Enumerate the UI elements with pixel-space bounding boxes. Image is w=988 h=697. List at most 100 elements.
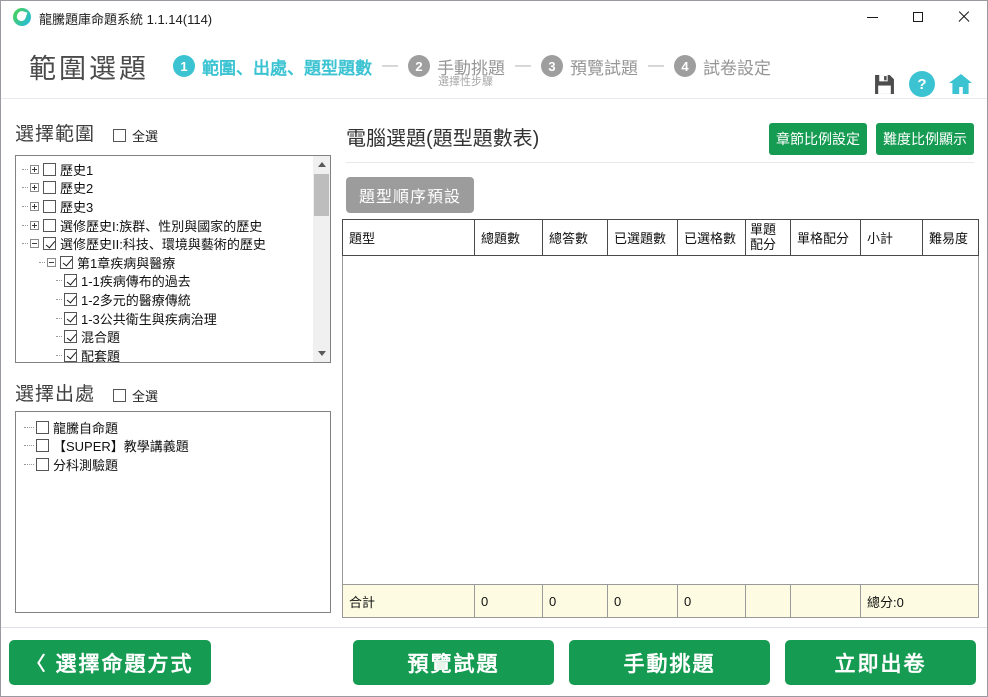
section-divider — [346, 162, 974, 163]
chapter-ratio-button[interactable]: 章節比例設定 — [769, 123, 867, 155]
tree-item-label: 歷史1 — [60, 162, 94, 178]
list-item[interactable]: 【SUPER】教學講義題 — [16, 437, 330, 456]
tree-item[interactable]: 選修歷史II:科技、環境與藝術的歷史 — [16, 234, 313, 253]
tree-connector — [56, 298, 62, 300]
scope-select-all-checkbox[interactable] — [113, 129, 126, 142]
arrow-up-icon — [317, 162, 326, 167]
footer-bar: 〈 選擇命題方式 預覽試題 手動挑題 立即出卷 — [1, 627, 987, 696]
step-indicator: 1 範圍、出處、題型題數 — 2 手動挑題 選擇性步驟 — 3 預覽試題 — 4 試卷設定 — [171, 33, 773, 99]
maximize-button[interactable] — [895, 1, 941, 33]
step-label-group: 試卷設定 — [703, 54, 771, 79]
help-icon[interactable]: ? — [909, 71, 935, 97]
window-controls — [849, 1, 987, 33]
step-number-badge: 2 — [408, 55, 430, 77]
app-title: 龍騰題庫命題系統 1.1.14(114) — [39, 12, 213, 27]
column-header: 單題配分 — [746, 220, 791, 255]
tree-connector — [22, 205, 28, 207]
tree-connector — [22, 243, 28, 245]
step-label: 範圍、出處、題型題數 — [202, 58, 372, 78]
checkbox[interactable] — [43, 162, 56, 176]
checkbox[interactable] — [60, 255, 73, 269]
total-value-cell — [791, 585, 861, 617]
tree-item[interactable]: 歷史1 — [16, 160, 313, 179]
manual-pick-button[interactable]: 手動挑題 — [569, 640, 770, 685]
table-total-row: 合計 0 0 0 0 總分:0 — [342, 584, 979, 618]
tree-item[interactable]: 配套題 — [16, 346, 313, 362]
tree-connector — [24, 463, 34, 465]
maximize-icon — [913, 12, 923, 22]
tree-item-label: 選修歷史II:科技、環境與藝術的歷史 — [60, 237, 266, 253]
checkbox[interactable] — [43, 181, 56, 195]
checkbox[interactable] — [36, 439, 49, 453]
checkbox[interactable] — [43, 237, 56, 251]
preview-questions-button[interactable]: 預覽試題 — [353, 640, 554, 685]
expand-icon[interactable] — [30, 183, 39, 193]
expand-icon[interactable] — [30, 220, 39, 230]
scope-tree-scrollbar[interactable] — [313, 156, 330, 362]
column-header: 小計 — [861, 220, 923, 255]
source-select-all: 全選 — [113, 386, 158, 405]
step-2[interactable]: 2 手動挑題 選擇性步驟 — [408, 54, 505, 88]
checkbox[interactable] — [36, 420, 49, 434]
tree-item[interactable]: 1-1疾病傳布的過去 — [16, 272, 313, 291]
step-separator: — — [648, 57, 664, 74]
source-section-title: 選擇出處 — [15, 384, 96, 405]
column-header: 已選格數 — [678, 220, 746, 255]
close-button[interactable] — [941, 1, 987, 33]
tree-item[interactable]: 混合題 — [16, 327, 313, 346]
expand-icon[interactable] — [30, 201, 39, 211]
source-select-all-checkbox[interactable] — [113, 389, 126, 402]
tree-item[interactable]: 歷史3 — [16, 197, 313, 216]
step-number-badge: 1 — [173, 55, 195, 77]
step-separator: — — [515, 57, 531, 74]
tree-item[interactable]: 歷史2 — [16, 179, 313, 198]
expand-icon[interactable] — [30, 164, 39, 174]
total-value-cell: 0 — [475, 585, 543, 617]
scope-tree: 歷史1 歷史2 歷史3 選修歷史I:族群、性別與國家的歷史 選修歷史II:科技、環境與藝… — [16, 160, 313, 362]
checkbox[interactable] — [36, 457, 49, 471]
wizard-header: 範圍選題 1 範圍、出處、題型題數 —2 手動挑題 選擇性步驟 —3 預覽試題 —4 試卷設定 … — [1, 33, 987, 99]
back-to-mode-button[interactable]: 〈 選擇命題方式 — [9, 640, 211, 685]
scroll-up-button[interactable] — [313, 156, 330, 173]
scroll-down-button[interactable] — [313, 345, 330, 362]
column-header: 題型 — [343, 220, 475, 255]
tree-item[interactable]: 1-3公共衛生與疾病治理 — [16, 309, 313, 328]
checkbox[interactable] — [64, 330, 77, 344]
save-icon[interactable] — [874, 74, 895, 95]
step-label: 試卷設定 — [703, 58, 771, 78]
header-icons: ? — [874, 71, 973, 97]
list-item[interactable]: 分科測驗題 — [16, 455, 330, 474]
tree-item[interactable]: 1-2多元的醫療傳統 — [16, 290, 313, 309]
tree-item[interactable]: 第1章疾病與醫療 — [16, 253, 313, 272]
checkbox[interactable] — [64, 274, 77, 288]
tree-connector — [22, 187, 28, 189]
checkbox[interactable] — [64, 311, 77, 325]
minimize-button[interactable] — [849, 1, 895, 33]
tree-item[interactable]: 選修歷史I:族群、性別與國家的歷史 — [16, 216, 313, 235]
tree-item-label: 1-3公共衛生與疾病治理 — [81, 311, 217, 327]
step-1[interactable]: 1 範圍、出處、題型題數 — [173, 54, 372, 79]
step-sublabel: 選擇性步驟 — [438, 75, 493, 88]
scope-select-all: 全選 — [113, 126, 158, 145]
tree-item-label: 選修歷史I:族群、性別與國家的歷史 — [60, 218, 263, 234]
scrollbar-thumb[interactable] — [314, 174, 329, 216]
generate-paper-button[interactable]: 立即出卷 — [785, 640, 976, 685]
column-header: 單格配分 — [791, 220, 861, 255]
home-icon[interactable] — [949, 73, 973, 95]
difficulty-ratio-button[interactable]: 難度比例顯示 — [876, 123, 974, 155]
checkbox[interactable] — [64, 292, 77, 306]
step-label: 預覽試題 — [570, 58, 638, 78]
step-3[interactable]: 3 預覽試題 — [541, 54, 638, 79]
checkbox[interactable] — [64, 348, 77, 362]
checkbox[interactable] — [43, 199, 56, 213]
list-item[interactable]: 龍騰自命題 — [16, 418, 330, 437]
step-4[interactable]: 4 試卷設定 — [674, 54, 771, 79]
checkbox[interactable] — [43, 218, 56, 232]
step-number-badge: 4 — [674, 55, 696, 77]
collapse-icon[interactable] — [47, 257, 56, 267]
type-order-preset-button[interactable]: 題型順序預設 — [346, 177, 475, 213]
collapse-icon[interactable] — [30, 239, 39, 249]
total-label-cell: 合計 — [343, 585, 475, 617]
tree-connector — [24, 445, 34, 447]
step-label-group: 手動挑題 選擇性步驟 — [437, 54, 505, 88]
